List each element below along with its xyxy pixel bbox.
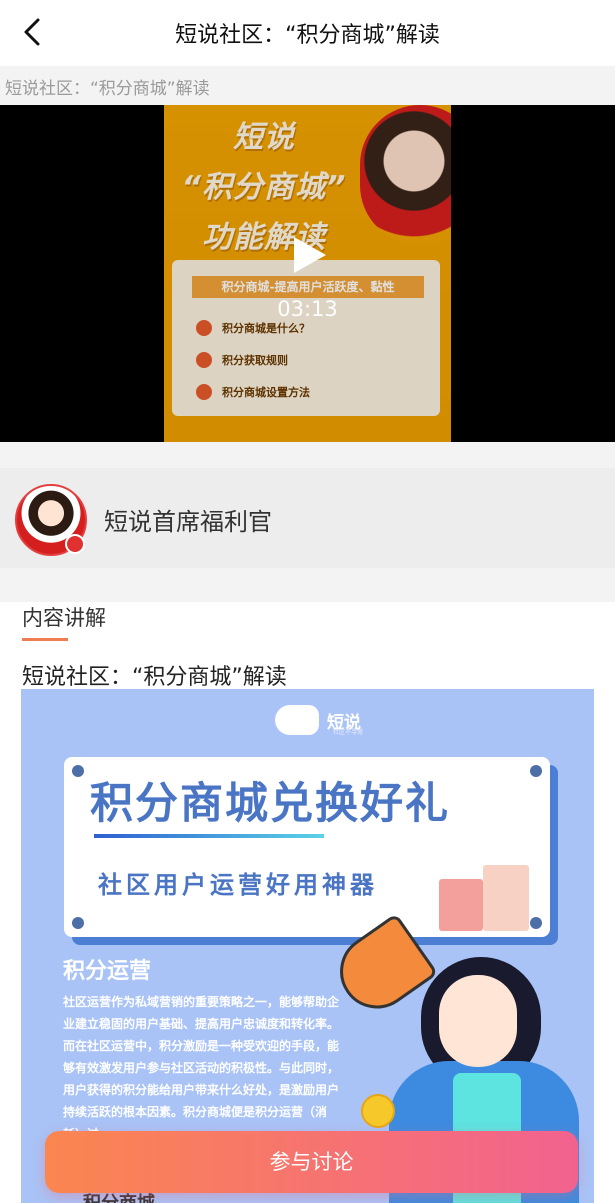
- divider: [0, 442, 615, 468]
- section-heading: 积分运营: [63, 959, 152, 984]
- fish-logo-icon: [275, 705, 319, 735]
- tab-content-explanation[interactable]: 内容讲解: [22, 602, 106, 632]
- tab-active-indicator: [22, 638, 68, 641]
- illustration-girl-face: [439, 975, 517, 1067]
- brand-logo: 短说 社区不寻常: [275, 705, 364, 736]
- join-discussion-button[interactable]: 参与讨论: [45, 1131, 578, 1193]
- play-button[interactable]: [290, 235, 330, 275]
- page-title: 短说社区：“积分商城”解读: [175, 23, 440, 48]
- play-icon: [294, 237, 326, 273]
- article-title: 短说社区：“积分商城”解读: [22, 665, 287, 690]
- article-banner-image: 短说 社区不寻常 积分商城兑换好礼 社区用户运营好用神器 积分运营 社区运营作为…: [21, 689, 594, 1203]
- video-subtitle: 短说社区：“积分商城”解读: [0, 66, 615, 105]
- verified-badge-icon: [65, 534, 85, 554]
- headline-underline: [94, 834, 324, 838]
- video-duration: 03:13: [277, 297, 338, 321]
- pin-icon: [72, 765, 84, 777]
- top-nav-bar: 短说社区：“积分商城”解读: [0, 0, 615, 66]
- gift-icon: [483, 865, 529, 931]
- pin-icon: [72, 917, 84, 929]
- author-row[interactable]: 短说首席福利官: [0, 468, 615, 568]
- divider: [0, 568, 615, 602]
- brand-tagline: 社区不寻常: [333, 729, 364, 736]
- banner-subheadline: 社区用户运营好用神器: [98, 871, 378, 899]
- author-name[interactable]: 短说首席福利官: [104, 502, 272, 537]
- section-body: 社区运营作为私域营销的重要策略之一，能够帮助企业建立稳固的用户基础、提高用户忠诚…: [63, 995, 340, 1141]
- video-player[interactable]: 短说 “积分商城” 功能解读 积分商城-提高用户活跃度、黏性 积分商城是什么？ …: [0, 105, 615, 442]
- gift-icon: [439, 879, 483, 931]
- pin-icon: [530, 917, 542, 929]
- coin-icon: [361, 1094, 395, 1128]
- back-button[interactable]: [14, 14, 50, 50]
- content-section: 内容讲解 短说社区：“积分商城”解读 短说 社区不寻常 积分商城兑换好礼 社区用…: [0, 602, 615, 1203]
- pin-icon: [530, 765, 542, 777]
- chevron-left-icon: [24, 18, 40, 46]
- banner-headline: 积分商城兑换好礼: [90, 779, 450, 829]
